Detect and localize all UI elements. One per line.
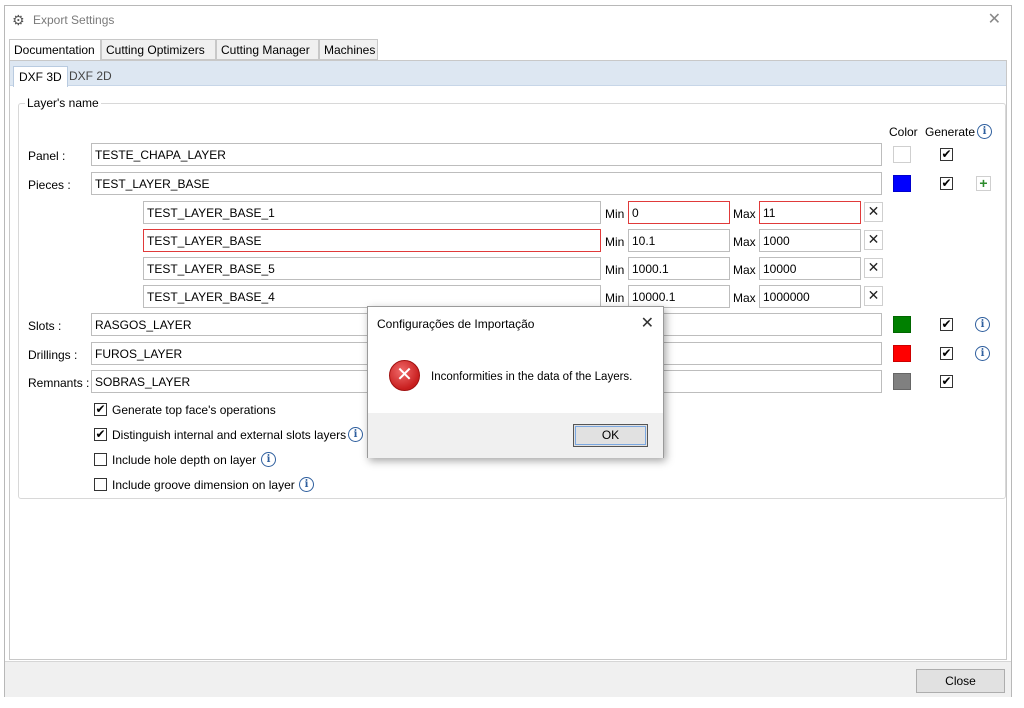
option-checkbox[interactable]: ✔ bbox=[94, 428, 107, 441]
remove-sublayer-close-icon[interactable]: ✕ bbox=[864, 230, 883, 250]
drillings-label: Drillings : bbox=[28, 348, 78, 362]
slots-label: Slots : bbox=[28, 319, 62, 333]
remove-sublayer-close-icon[interactable]: ✕ bbox=[864, 258, 883, 278]
pieces-color-swatch[interactable] bbox=[893, 175, 911, 192]
sublayer-min-label: Min bbox=[605, 235, 625, 249]
tab-machines[interactable]: Machines bbox=[319, 39, 378, 60]
pieces-generate-checkbox[interactable]: ✔ bbox=[940, 177, 953, 190]
sublayer-max-input[interactable]: 11 bbox=[759, 201, 861, 224]
drillings-info-icon[interactable]: i bbox=[975, 346, 990, 361]
ok-button[interactable]: OK bbox=[573, 424, 648, 447]
sublayer-min-label: Min bbox=[605, 263, 625, 277]
option-checkbox[interactable] bbox=[94, 453, 107, 466]
sublayer-name-input[interactable]: TEST_LAYER_BASE_4 bbox=[143, 285, 601, 308]
remove-sublayer-close-icon[interactable]: ✕ bbox=[864, 202, 883, 222]
remnants-generate-checkbox[interactable]: ✔ bbox=[940, 375, 953, 388]
dialog-title: Configurações de Importação bbox=[377, 317, 535, 331]
sublayer-min-input[interactable]: 0 bbox=[628, 201, 730, 224]
sublayer-max-input[interactable]: 10000 bbox=[759, 257, 861, 280]
dialog-footer: OK bbox=[368, 413, 663, 458]
error-dialog: Configurações de Importação ✕ ✕ Inconfor… bbox=[367, 306, 664, 458]
panel-color-swatch[interactable] bbox=[893, 146, 911, 163]
pieces-layer-input[interactable]: TEST_LAYER_BASE bbox=[91, 172, 882, 195]
dxf-tabs: DXF 3D DXF 2D bbox=[10, 61, 1006, 87]
option-checkbox[interactable] bbox=[94, 478, 107, 491]
option-label: Generate top face's operations bbox=[112, 403, 276, 417]
panel-layer-input[interactable]: TESTE_CHAPA_LAYER bbox=[91, 143, 882, 166]
tab-dxf-2d[interactable]: DXF 2D bbox=[64, 66, 117, 86]
window-title: Export Settings bbox=[33, 13, 115, 27]
window-close-icon[interactable]: ✕ bbox=[988, 12, 1001, 28]
remnants-label: Remnants : bbox=[28, 376, 90, 390]
dialog-close-icon[interactable]: ✕ bbox=[641, 313, 654, 333]
gear-icon: ⚙ bbox=[12, 12, 25, 28]
tab-documentation[interactable]: Documentation bbox=[9, 39, 101, 61]
tab-cutting-optimizers[interactable]: Cutting Optimizers bbox=[101, 39, 216, 60]
sublayer-min-label: Min bbox=[605, 291, 625, 305]
tab-dxf-3d[interactable]: DXF 3D bbox=[13, 66, 68, 87]
drillings-color-swatch[interactable] bbox=[893, 345, 911, 362]
option-label: Distinguish internal and external slots … bbox=[112, 428, 347, 442]
color-column-header: Color bbox=[889, 125, 918, 139]
slots-distinguish-info-icon[interactable]: i bbox=[348, 427, 363, 442]
slots-generate-checkbox[interactable]: ✔ bbox=[940, 318, 953, 331]
dialog-message: Inconformities in the data of the Layers… bbox=[431, 371, 633, 383]
tab-cutting-manager[interactable]: Cutting Manager bbox=[216, 39, 319, 60]
sublayer-max-input[interactable]: 1000 bbox=[759, 229, 861, 252]
sublayer-min-input[interactable]: 10.1 bbox=[628, 229, 730, 252]
sublayer-max-input[interactable]: 1000000 bbox=[759, 285, 861, 308]
group-legend: Layer's name bbox=[25, 96, 101, 110]
remove-sublayer-close-icon[interactable]: ✕ bbox=[864, 286, 883, 306]
sublayer-name-input[interactable]: TEST_LAYER_BASE_5 bbox=[143, 257, 601, 280]
sublayer-name-input[interactable]: TEST_LAYER_BASE bbox=[143, 229, 601, 252]
option-label: Include groove dimension on layer bbox=[112, 478, 295, 492]
option-label: Include hole depth on layer bbox=[112, 453, 257, 467]
sublayer-max-label: Max bbox=[733, 207, 756, 221]
sublayer-min-input[interactable]: 10000.1 bbox=[628, 285, 730, 308]
sublayer-max-label: Max bbox=[733, 235, 756, 249]
add-sublayer-plus-icon[interactable]: + bbox=[976, 176, 991, 191]
remnants-color-swatch[interactable] bbox=[893, 373, 911, 390]
groove-dimension-info-icon[interactable]: i bbox=[299, 477, 314, 492]
panel-label: Panel : bbox=[28, 149, 66, 163]
footer-bar: Close bbox=[5, 661, 1011, 697]
error-icon: ✕ bbox=[389, 360, 420, 391]
generate-info-icon[interactable]: i bbox=[977, 124, 992, 139]
sublayer-name-input[interactable]: TEST_LAYER_BASE_1 bbox=[143, 201, 601, 224]
hole-depth-info-icon[interactable]: i bbox=[261, 452, 276, 467]
close-button[interactable]: Close bbox=[916, 669, 1005, 693]
panel-generate-checkbox[interactable]: ✔ bbox=[940, 148, 953, 161]
pieces-label: Pieces : bbox=[28, 178, 71, 192]
generate-column-header: Generate bbox=[925, 125, 976, 139]
slots-info-icon[interactable]: i bbox=[975, 317, 990, 332]
sublayer-min-label: Min bbox=[605, 207, 625, 221]
drillings-generate-checkbox[interactable]: ✔ bbox=[940, 347, 953, 360]
sublayer-min-input[interactable]: 1000.1 bbox=[628, 257, 730, 280]
slots-color-swatch[interactable] bbox=[893, 316, 911, 333]
sublayer-max-label: Max bbox=[733, 263, 756, 277]
title-bar: ⚙ Export Settings ✕ bbox=[5, 6, 1011, 36]
option-checkbox[interactable]: ✔ bbox=[94, 403, 107, 416]
sublayer-max-label: Max bbox=[733, 291, 756, 305]
